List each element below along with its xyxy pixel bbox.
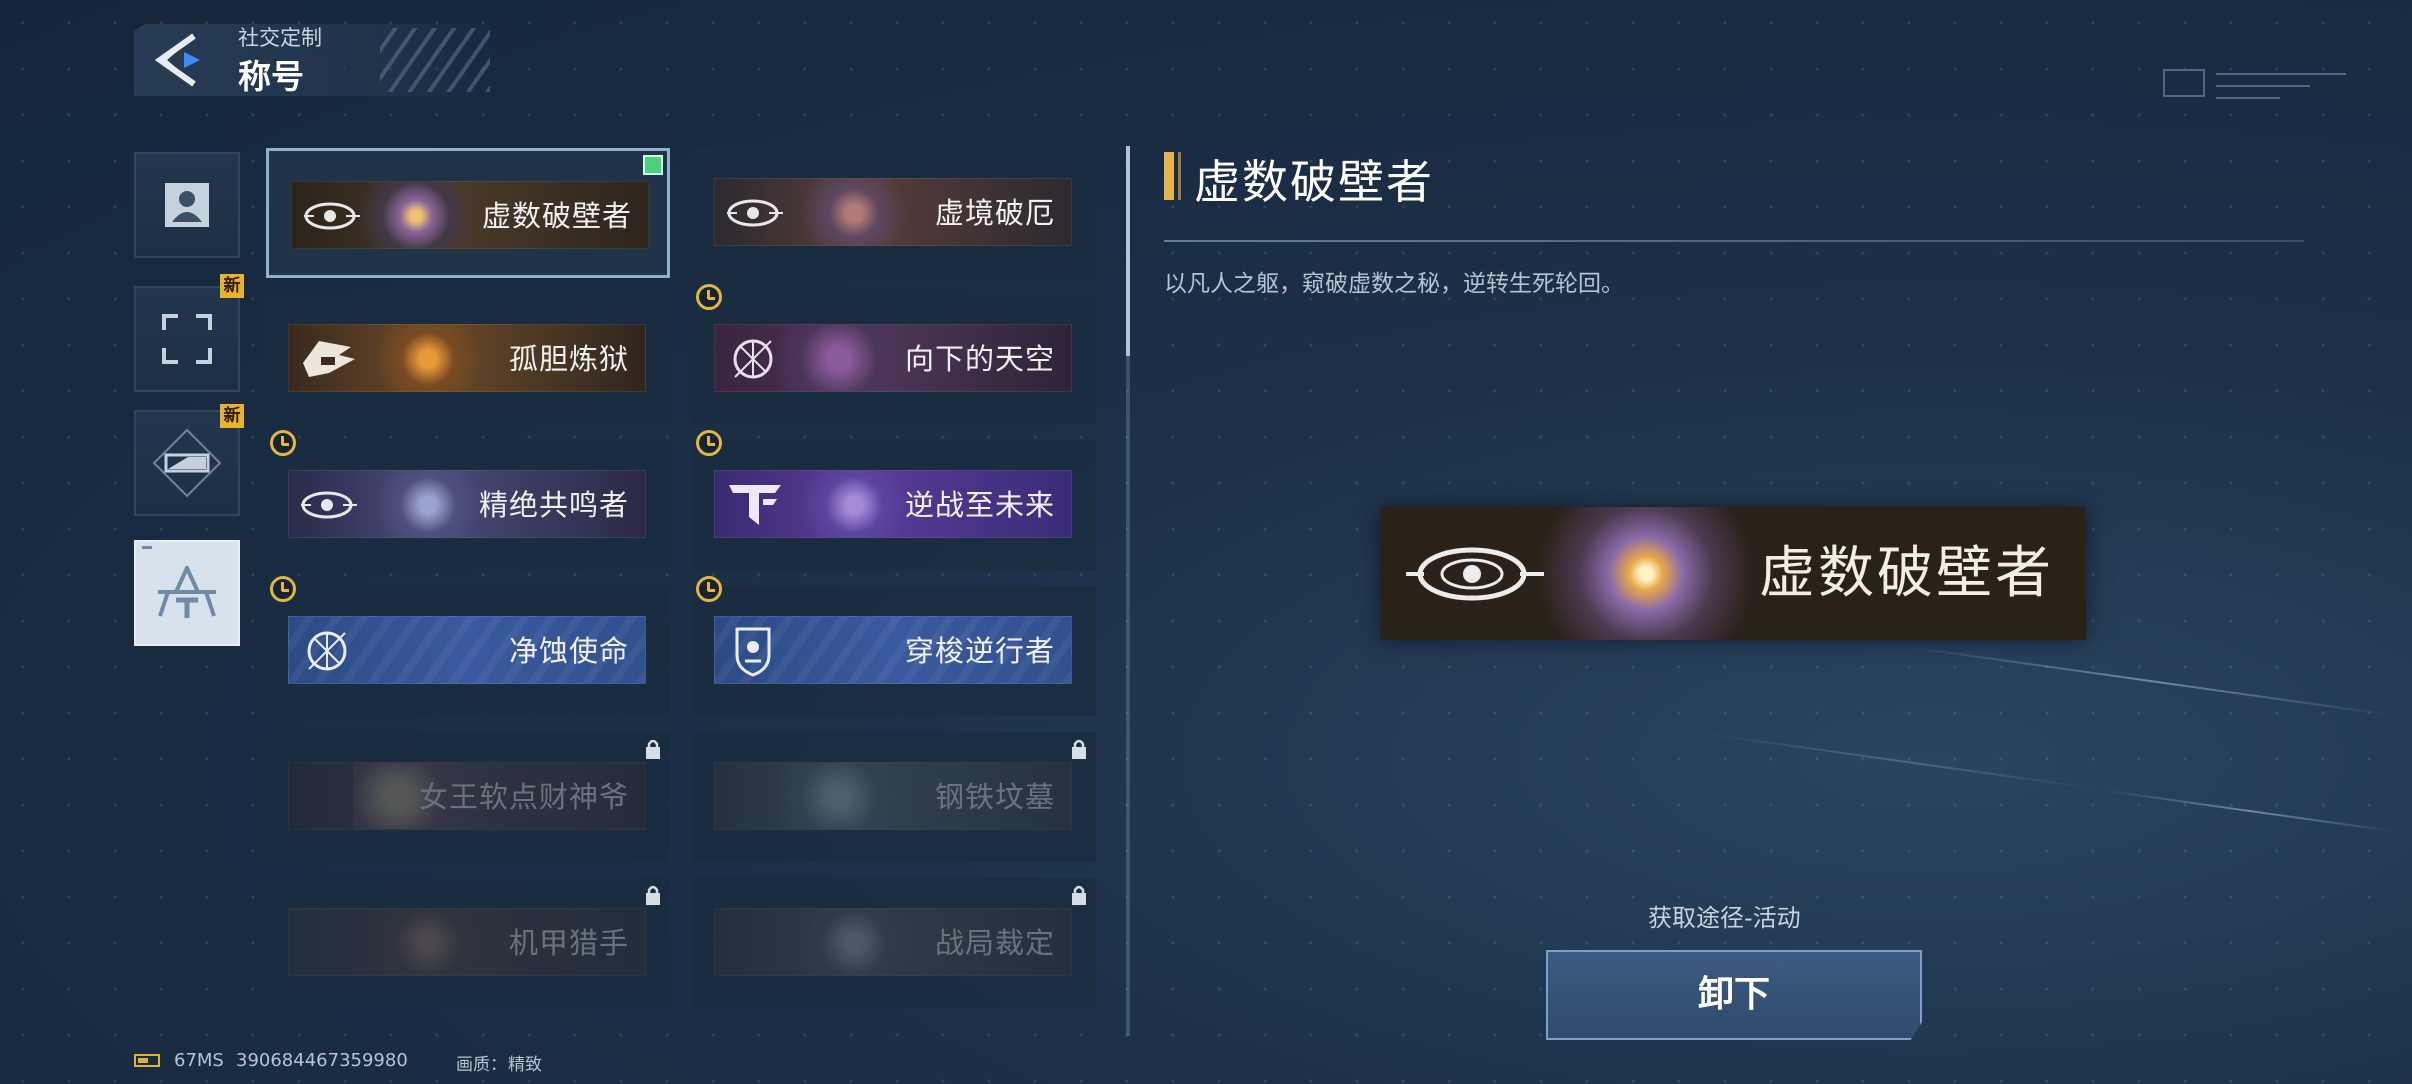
title-banner: 钢铁坟墓 xyxy=(714,762,1072,830)
title-name: 虚数破壁者 xyxy=(481,199,632,233)
timer-icon xyxy=(270,430,296,456)
hud-corner-decoration xyxy=(2163,69,2346,99)
detail-description: 以凡人之躯，窥破虚数之秘，逆转生死轮回。 xyxy=(1164,271,1624,297)
detail-divider xyxy=(1164,240,2304,242)
title-name: 净蚀使命 xyxy=(508,634,629,668)
beast-emblem-icon xyxy=(303,341,355,377)
player-id: 390684467359980 xyxy=(236,1050,408,1071)
header-subtitle: 社交定制 xyxy=(238,26,322,50)
detail-title-preview: 虚数破壁者 xyxy=(1380,507,2086,640)
shattered-orb-emblem-icon xyxy=(307,631,347,671)
title-banner: 精绝共鸣者 xyxy=(288,470,646,538)
title-card-zhanju-caiding[interactable]: 战局裁定 xyxy=(692,878,1096,1008)
new-badge: 新 xyxy=(220,404,244,428)
timer-icon xyxy=(696,576,722,602)
title-name: 钢铁坟墓 xyxy=(934,780,1055,814)
banner-art xyxy=(779,763,929,829)
title-banner: 穿梭逆行者 xyxy=(714,616,1072,684)
category-tab-avatar[interactable] xyxy=(134,152,240,258)
title-card-xushu-pobizhe[interactable]: 虚数破壁者 xyxy=(266,148,670,278)
title-banner: 虚数破壁者 xyxy=(291,181,649,249)
light-streak xyxy=(1701,732,2099,790)
battery-icon xyxy=(134,1054,160,1067)
back-arrow-icon xyxy=(154,33,200,87)
title-name: 战局裁定 xyxy=(934,926,1055,960)
title-card-jingshi-shiming[interactable]: 净蚀使命 xyxy=(266,576,670,716)
title-name: 穿梭逆行者 xyxy=(904,634,1055,668)
title-banner: 虚境破厄 xyxy=(714,178,1072,246)
banner-art xyxy=(779,179,929,245)
category-tab-frame[interactable] xyxy=(134,286,240,392)
title-card-xiangxia-de-tiankong[interactable]: 向下的天空 xyxy=(692,284,1096,424)
preview-title-name: 虚数破壁者 xyxy=(1759,541,2054,606)
lock-icon xyxy=(646,885,660,905)
new-badge: 新 xyxy=(220,274,244,298)
title-card-jijia-lieshou[interactable]: 机甲猎手 xyxy=(266,878,670,1008)
timer-icon xyxy=(270,576,296,602)
page-title: 称号 xyxy=(238,57,304,96)
title-banner: 孤胆炼狱 xyxy=(288,324,646,392)
detail-title: 虚数破壁者 xyxy=(1194,155,1434,209)
title-banner: 机甲猎手 xyxy=(288,908,646,976)
acquisition-source: 获取途径-活动 xyxy=(1648,904,1801,932)
lock-icon xyxy=(1072,739,1086,759)
title-name: 女王软点财神爷 xyxy=(418,780,629,814)
banner-art xyxy=(353,909,503,975)
title-name: 机甲猎手 xyxy=(508,926,629,960)
unequip-button-label: 卸下 xyxy=(1697,974,1770,1015)
list-scrollbar-thumb[interactable] xyxy=(1126,146,1130,356)
title-emblem-icon xyxy=(158,566,216,618)
title-card-nvwang-ruandian-caishenye[interactable]: 女王软点财神爷 xyxy=(266,732,670,862)
title-banner: 净蚀使命 xyxy=(288,616,646,684)
back-button[interactable] xyxy=(150,30,214,90)
quality-label: 画质： xyxy=(456,1055,507,1075)
header-hatch-decoration xyxy=(380,28,490,92)
light-streak xyxy=(2101,789,2399,833)
title-name: 虚境破厄 xyxy=(934,196,1055,230)
tf-emblem-icon xyxy=(729,485,781,525)
timer-icon xyxy=(696,284,722,310)
quality-value: 精致 xyxy=(508,1055,542,1075)
unequip-button[interactable]: 卸下 xyxy=(1546,950,1922,1040)
title-card-xujing-poe[interactable]: 虚境破厄 xyxy=(692,148,1096,278)
title-card-chuansuo-nixingzhe[interactable]: 穿梭逆行者 xyxy=(692,576,1096,716)
title-list: 虚数破壁者 虚境破厄 孤胆炼狱 向下的天空 精绝共鸣者 逆战至未来 净蚀使命 穿… xyxy=(266,148,1096,1010)
title-banner: 女王软点财神爷 xyxy=(288,762,646,830)
title-card-gangtie-fenmu[interactable]: 钢铁坟墓 xyxy=(692,732,1096,862)
title-banner: 向下的天空 xyxy=(714,324,1072,392)
title-banner: 逆战至未来 xyxy=(714,470,1072,538)
title-card-jingjue-gongmingzhe[interactable]: 精绝共鸣者 xyxy=(266,430,670,570)
eye-emblem-icon xyxy=(727,199,783,227)
title-card-gudan-lianyu[interactable]: 孤胆炼狱 xyxy=(266,294,670,424)
title-card-nizhan-zhi-weilai[interactable]: 逆战至未来 xyxy=(692,430,1096,570)
detail-title-accent xyxy=(1178,152,1181,200)
shattered-orb-emblem-icon xyxy=(733,339,773,379)
banner-art xyxy=(779,909,929,975)
eye-emblem-icon xyxy=(1406,547,1544,601)
eye-emblem-icon xyxy=(301,491,357,519)
ping-readout: 67MS xyxy=(174,1050,224,1071)
preview-art xyxy=(1520,507,1800,640)
frame-icon xyxy=(162,314,212,364)
eye-emblem-icon xyxy=(304,202,360,230)
equipped-indicator xyxy=(643,155,663,175)
lock-icon xyxy=(1072,885,1086,905)
title-banner: 战局裁定 xyxy=(714,908,1072,976)
timer-icon xyxy=(696,430,722,456)
title-name: 逆战至未来 xyxy=(904,488,1055,522)
title-name: 孤胆炼狱 xyxy=(508,342,629,376)
nameplate-icon xyxy=(152,428,222,498)
tab-tick-decoration xyxy=(142,546,152,549)
lock-icon xyxy=(646,739,660,759)
light-streak xyxy=(1902,645,2398,717)
avatar-icon xyxy=(165,183,209,227)
title-name: 精绝共鸣者 xyxy=(478,488,629,522)
shield-emblem-icon xyxy=(735,627,771,677)
category-tab-title[interactable] xyxy=(134,540,240,646)
detail-title-accent xyxy=(1164,152,1174,200)
banner-art xyxy=(353,325,503,391)
title-name: 向下的天空 xyxy=(904,342,1055,376)
